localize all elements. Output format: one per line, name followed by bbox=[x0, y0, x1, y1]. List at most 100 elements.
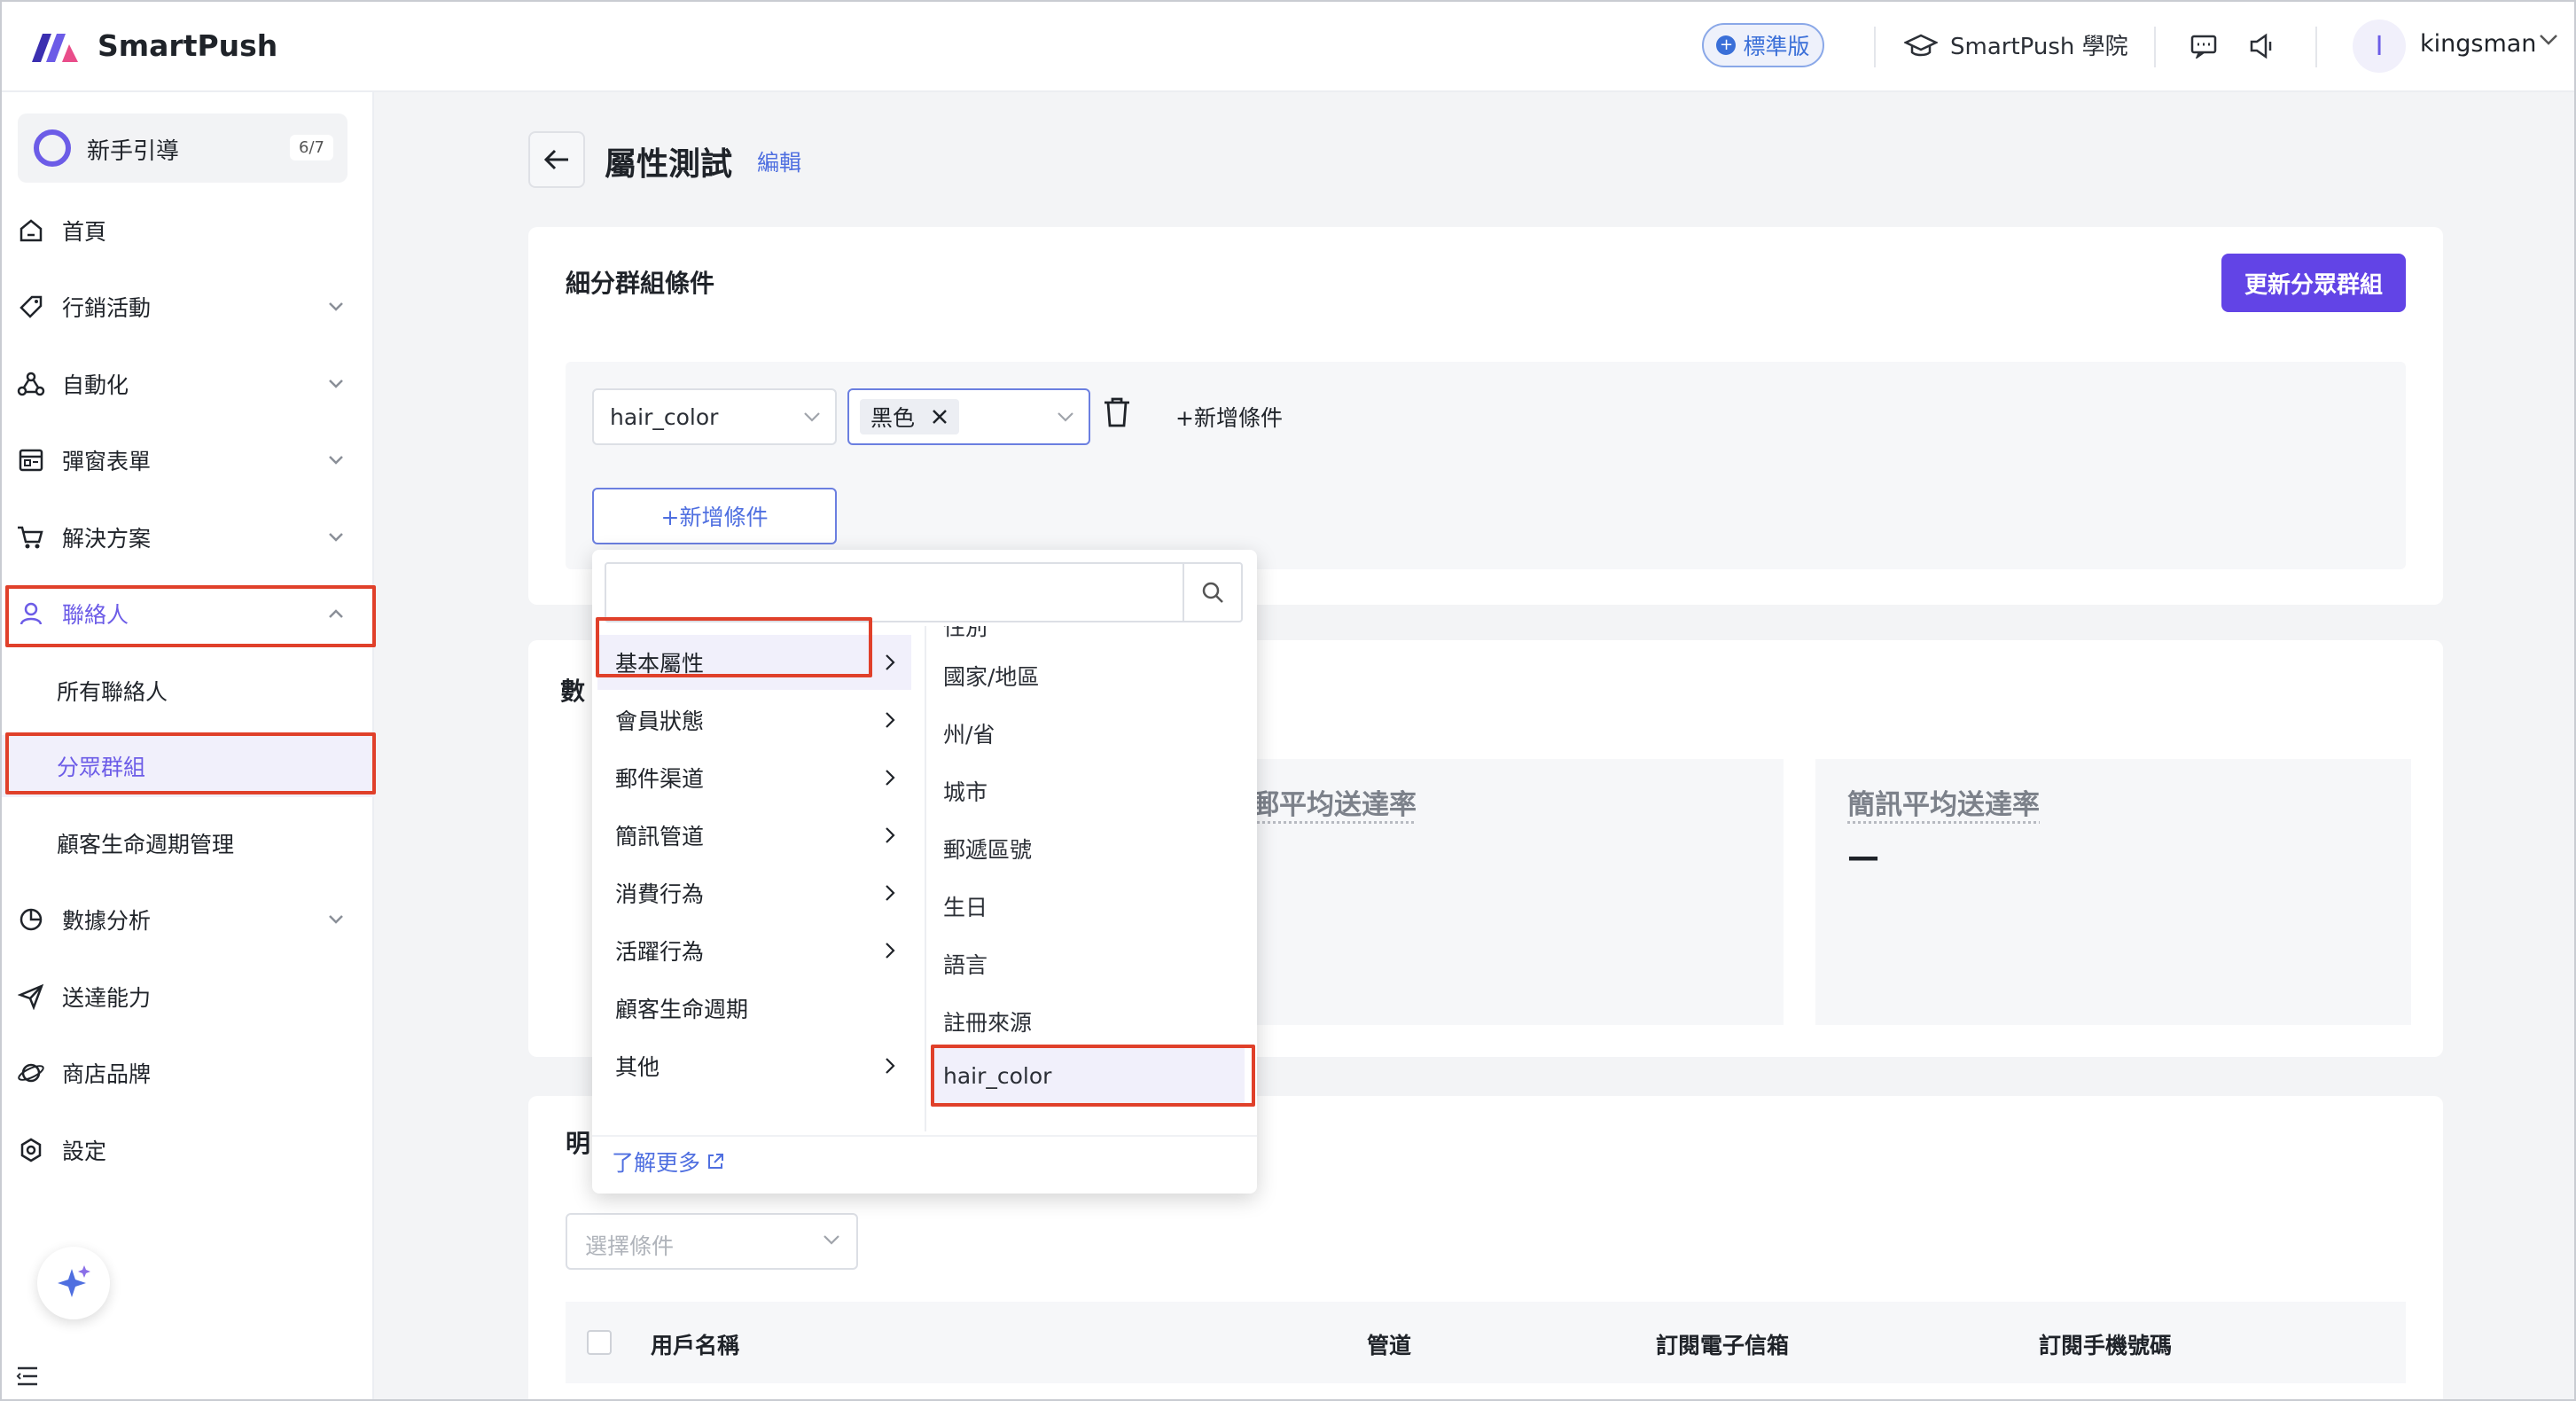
plan-badge[interactable]: + 標準版 bbox=[1702, 23, 1824, 67]
attribute-option[interactable]: 語言 bbox=[943, 948, 987, 980]
close-icon[interactable] bbox=[931, 408, 948, 426]
brand-icon bbox=[16, 1058, 46, 1088]
edit-link[interactable]: 編輯 bbox=[757, 145, 801, 177]
sidebar-item-label: 商店品牌 bbox=[62, 1061, 152, 1087]
smartpush-logo[interactable] bbox=[30, 28, 82, 66]
top-bar: SmartPush + 標準版 SmartPush 學院 I kingsman bbox=[2, 2, 2574, 92]
divider bbox=[2315, 27, 2317, 67]
username[interactable]: kingsman bbox=[2420, 30, 2536, 58]
details-title: 明 bbox=[566, 1129, 591, 1158]
category-activity[interactable]: 活躍行為 bbox=[597, 923, 911, 978]
progress-ring-icon bbox=[34, 129, 71, 167]
dropdown-search-input[interactable] bbox=[605, 562, 1243, 622]
sms-stat-box: 簡訊平均送達率 — bbox=[1815, 759, 2411, 1025]
category-other[interactable]: 其他 bbox=[597, 1038, 911, 1093]
value-tag-label: 黑色 bbox=[870, 405, 916, 431]
attribute-select[interactable]: hair_color bbox=[592, 388, 837, 445]
academy-link[interactable]: SmartPush 學院 bbox=[1904, 28, 2128, 61]
attribute-option[interactable]: 註冊來源 bbox=[943, 1006, 1032, 1037]
category-label: 其他 bbox=[615, 1054, 660, 1080]
chevron-right-icon bbox=[886, 770, 895, 786]
sidebar-sub-all-contacts[interactable]: 所有聯絡人 bbox=[2, 660, 374, 722]
settings-icon bbox=[16, 1135, 46, 1165]
category-label: 顧客生命週期 bbox=[615, 997, 749, 1022]
search-button[interactable] bbox=[1183, 564, 1241, 621]
send-icon bbox=[16, 982, 46, 1012]
back-button[interactable] bbox=[528, 131, 585, 188]
category-lifecycle[interactable]: 顧客生命週期 bbox=[597, 981, 911, 1036]
sidebar-sub-lifecycle[interactable]: 顧客生命週期管理 bbox=[2, 812, 374, 874]
add-condition-link[interactable]: +新增條件 bbox=[1175, 401, 1283, 433]
sidebar-item-brand[interactable]: 商店品牌 bbox=[2, 1042, 374, 1104]
brand-name: SmartPush bbox=[98, 28, 278, 63]
highlight-segments bbox=[5, 732, 376, 794]
chevron-right-icon bbox=[886, 1058, 895, 1074]
sidebar-item-solutions[interactable]: 解決方案 bbox=[2, 506, 374, 568]
chart-icon bbox=[16, 904, 46, 935]
attribute-clipped-item: 性別 bbox=[943, 626, 1245, 647]
attribute-option[interactable]: 國家/地區 bbox=[943, 660, 1039, 692]
category-label: 郵件渠道 bbox=[615, 766, 705, 792]
chevron-down-icon bbox=[329, 380, 343, 388]
category-membership[interactable]: 會員狀態 bbox=[597, 693, 911, 747]
cart-icon bbox=[16, 522, 46, 552]
learn-more-link[interactable]: 了解更多 bbox=[612, 1146, 725, 1178]
attribute-select-value: hair_color bbox=[610, 403, 719, 430]
message-icon[interactable] bbox=[2188, 30, 2220, 62]
sidebar-item-popup-forms[interactable]: 彈窗表單 bbox=[2, 429, 374, 491]
sms-rate-label: 簡訊平均送達率 bbox=[1847, 789, 2040, 821]
onboarding-guide[interactable]: 新手引導 6/7 bbox=[18, 113, 347, 183]
attribute-option[interactable]: 州/省 bbox=[943, 717, 995, 749]
divider bbox=[2154, 27, 2156, 67]
column-header[interactable]: 用戶名稱 bbox=[651, 1328, 739, 1360]
add-condition-button[interactable]: +新增條件 bbox=[592, 488, 837, 544]
value-select[interactable]: 黑色 bbox=[847, 388, 1090, 445]
sidebar-item-label: 解決方案 bbox=[62, 526, 152, 552]
chevron-right-icon bbox=[886, 712, 895, 728]
guide-label: 新手引導 bbox=[87, 138, 180, 165]
learn-more-label: 了解更多 bbox=[612, 1150, 701, 1176]
sidebar-item-label: 數據分析 bbox=[62, 908, 152, 934]
attribute-option[interactable]: 性別 bbox=[943, 626, 987, 642]
sidebar-sub-label: 顧客生命週期管理 bbox=[57, 832, 235, 857]
table-header: 用戶名稱 管道 訂閱電子信箱 訂閱手機號碼 bbox=[566, 1302, 2406, 1383]
column-header[interactable]: 管道 bbox=[1367, 1328, 1411, 1360]
attribute-option[interactable]: 城市 bbox=[943, 775, 987, 807]
column-header[interactable]: 訂閱電子信箱 bbox=[1656, 1328, 1789, 1360]
update-segment-button[interactable]: 更新分眾群組 bbox=[2221, 254, 2406, 312]
attribute-option[interactable]: 生日 bbox=[943, 890, 987, 922]
home-icon bbox=[16, 215, 46, 246]
filter-condition-select[interactable]: 選擇條件 bbox=[566, 1213, 858, 1270]
category-purchase[interactable]: 消費行為 bbox=[597, 865, 911, 920]
collapse-sidebar-icon[interactable] bbox=[16, 1366, 39, 1387]
sidebar-item-settings[interactable]: 設定 bbox=[2, 1119, 374, 1181]
sidebar-item-deliverability[interactable]: 送達能力 bbox=[2, 966, 374, 1028]
avatar[interactable]: I bbox=[2353, 20, 2406, 73]
chevron-down-icon bbox=[329, 456, 343, 465]
chevron-down-icon bbox=[329, 533, 343, 542]
attribute-option[interactable]: 郵遞區號 bbox=[943, 833, 1032, 865]
category-label: 會員狀態 bbox=[615, 708, 705, 734]
highlight-basic-category bbox=[596, 617, 872, 677]
sidebar-item-home[interactable]: 首頁 bbox=[2, 200, 374, 262]
trash-icon[interactable] bbox=[1101, 395, 1133, 429]
category-sms[interactable]: 簡訊管道 bbox=[597, 808, 911, 863]
sidebar-item-automation[interactable]: 自動化 bbox=[2, 353, 374, 415]
select-all-checkbox[interactable] bbox=[587, 1330, 612, 1355]
category-email[interactable]: 郵件渠道 bbox=[597, 750, 911, 805]
announcement-icon[interactable] bbox=[2246, 30, 2278, 62]
email-stat-box: 郵平均送達率 bbox=[1225, 759, 1784, 1025]
external-link-icon bbox=[708, 1154, 724, 1169]
chevron-down-icon bbox=[824, 1235, 839, 1245]
sidebar-item-analytics[interactable]: 數據分析 bbox=[2, 888, 374, 951]
automation-icon bbox=[16, 369, 46, 399]
sidebar-item-marketing[interactable]: 行銷活動 bbox=[2, 276, 374, 338]
chevron-down-icon[interactable] bbox=[2539, 34, 2558, 46]
filter-placeholder: 選擇條件 bbox=[585, 1233, 675, 1259]
sms-rate-value: — bbox=[1847, 839, 1879, 875]
sidebar-item-label: 行銷活動 bbox=[62, 295, 152, 321]
column-header[interactable]: 訂閱手機號碼 bbox=[2039, 1328, 2172, 1360]
ai-assistant-button[interactable] bbox=[37, 1247, 110, 1319]
category-label: 活躍行為 bbox=[615, 939, 705, 965]
divider bbox=[1874, 27, 1876, 67]
